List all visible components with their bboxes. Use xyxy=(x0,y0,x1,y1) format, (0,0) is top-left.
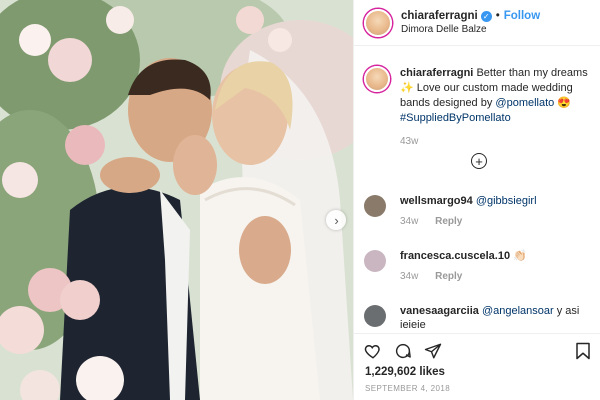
post-photo[interactable]: › xyxy=(0,0,353,400)
verified-badge-icon: ✓ xyxy=(480,10,492,22)
caption-timestamp[interactable]: 43w xyxy=(400,134,590,149)
instagram-post: › chiaraferragni ✓ • Follow Dimora Delle… xyxy=(0,0,600,400)
post-actions-bar xyxy=(354,333,600,367)
commenter-username[interactable]: francesca.cuscela.10 xyxy=(400,250,510,262)
post-caption: chiaraferragni Better than my dreams ✨ L… xyxy=(354,58,600,149)
commenter-username[interactable]: wellsmargo94 xyxy=(400,195,473,207)
load-more-comments-button[interactable]: + xyxy=(471,153,487,169)
caption-username[interactable]: chiaraferragni xyxy=(400,67,473,79)
commenter-avatar[interactable] xyxy=(364,305,386,327)
comment-timestamp[interactable]: 34w xyxy=(400,216,418,227)
wedding-photo-illustration xyxy=(0,0,353,400)
plus-circle-icon: + xyxy=(475,153,483,169)
comment-item: wellsmargo94 @gibbsiegirl 34w Reply xyxy=(364,194,594,227)
comment-timestamp[interactable]: 34w xyxy=(400,271,418,282)
comment-item: vanesaagarciia @angelansoar y asi jejeje xyxy=(364,304,594,328)
caption-text-1: Better than my dreams xyxy=(476,67,588,79)
commenter-avatar[interactable] xyxy=(364,250,386,272)
comment-item: francesca.cuscela.10 👏🏻 34w Reply xyxy=(364,249,594,282)
follow-button[interactable]: Follow xyxy=(504,10,540,22)
heart-eyes-emoji: 😍 xyxy=(557,97,572,109)
commenter-avatar[interactable] xyxy=(364,195,386,217)
post-details-pane: chiaraferragni ✓ • Follow Dimora Delle B… xyxy=(353,0,600,400)
post-date[interactable]: SEPTEMBER 4, 2018 xyxy=(365,384,450,393)
comment-mention-link[interactable]: @angelansoar xyxy=(482,305,554,317)
caption-mention-link[interactable]: @pomellato xyxy=(495,97,554,109)
caption-author-avatar[interactable] xyxy=(364,66,390,92)
heart-icon[interactable] xyxy=(364,342,382,360)
comment-mention-link[interactable]: @gibbsiegirl xyxy=(476,195,537,207)
sparkle-emoji: ✨ xyxy=(400,82,414,94)
likes-count[interactable]: 1,229,602 likes xyxy=(365,366,445,378)
reply-button[interactable]: Reply xyxy=(435,271,462,282)
comments-section: chiaraferragni Better than my dreams ✨ L… xyxy=(354,58,600,328)
chevron-right-icon: › xyxy=(334,212,339,228)
commenter-username[interactable]: vanesaagarciia xyxy=(400,305,479,317)
comment-icon[interactable] xyxy=(394,342,412,360)
share-icon[interactable] xyxy=(424,342,442,360)
next-photo-button[interactable]: › xyxy=(326,210,346,230)
comment-text: 👏🏻 xyxy=(513,250,527,262)
author-avatar[interactable] xyxy=(364,8,392,37)
bookmark-icon[interactable] xyxy=(575,342,591,360)
post-location[interactable]: Dimora Delle Balze xyxy=(401,24,540,35)
reply-button[interactable]: Reply xyxy=(435,216,462,227)
caption-hashtag-link[interactable]: #SuppliedByPomellato xyxy=(400,112,511,124)
author-username[interactable]: chiaraferragni xyxy=(401,10,478,22)
header-separator: • xyxy=(495,10,500,22)
post-header: chiaraferragni ✓ • Follow Dimora Delle B… xyxy=(354,0,600,46)
